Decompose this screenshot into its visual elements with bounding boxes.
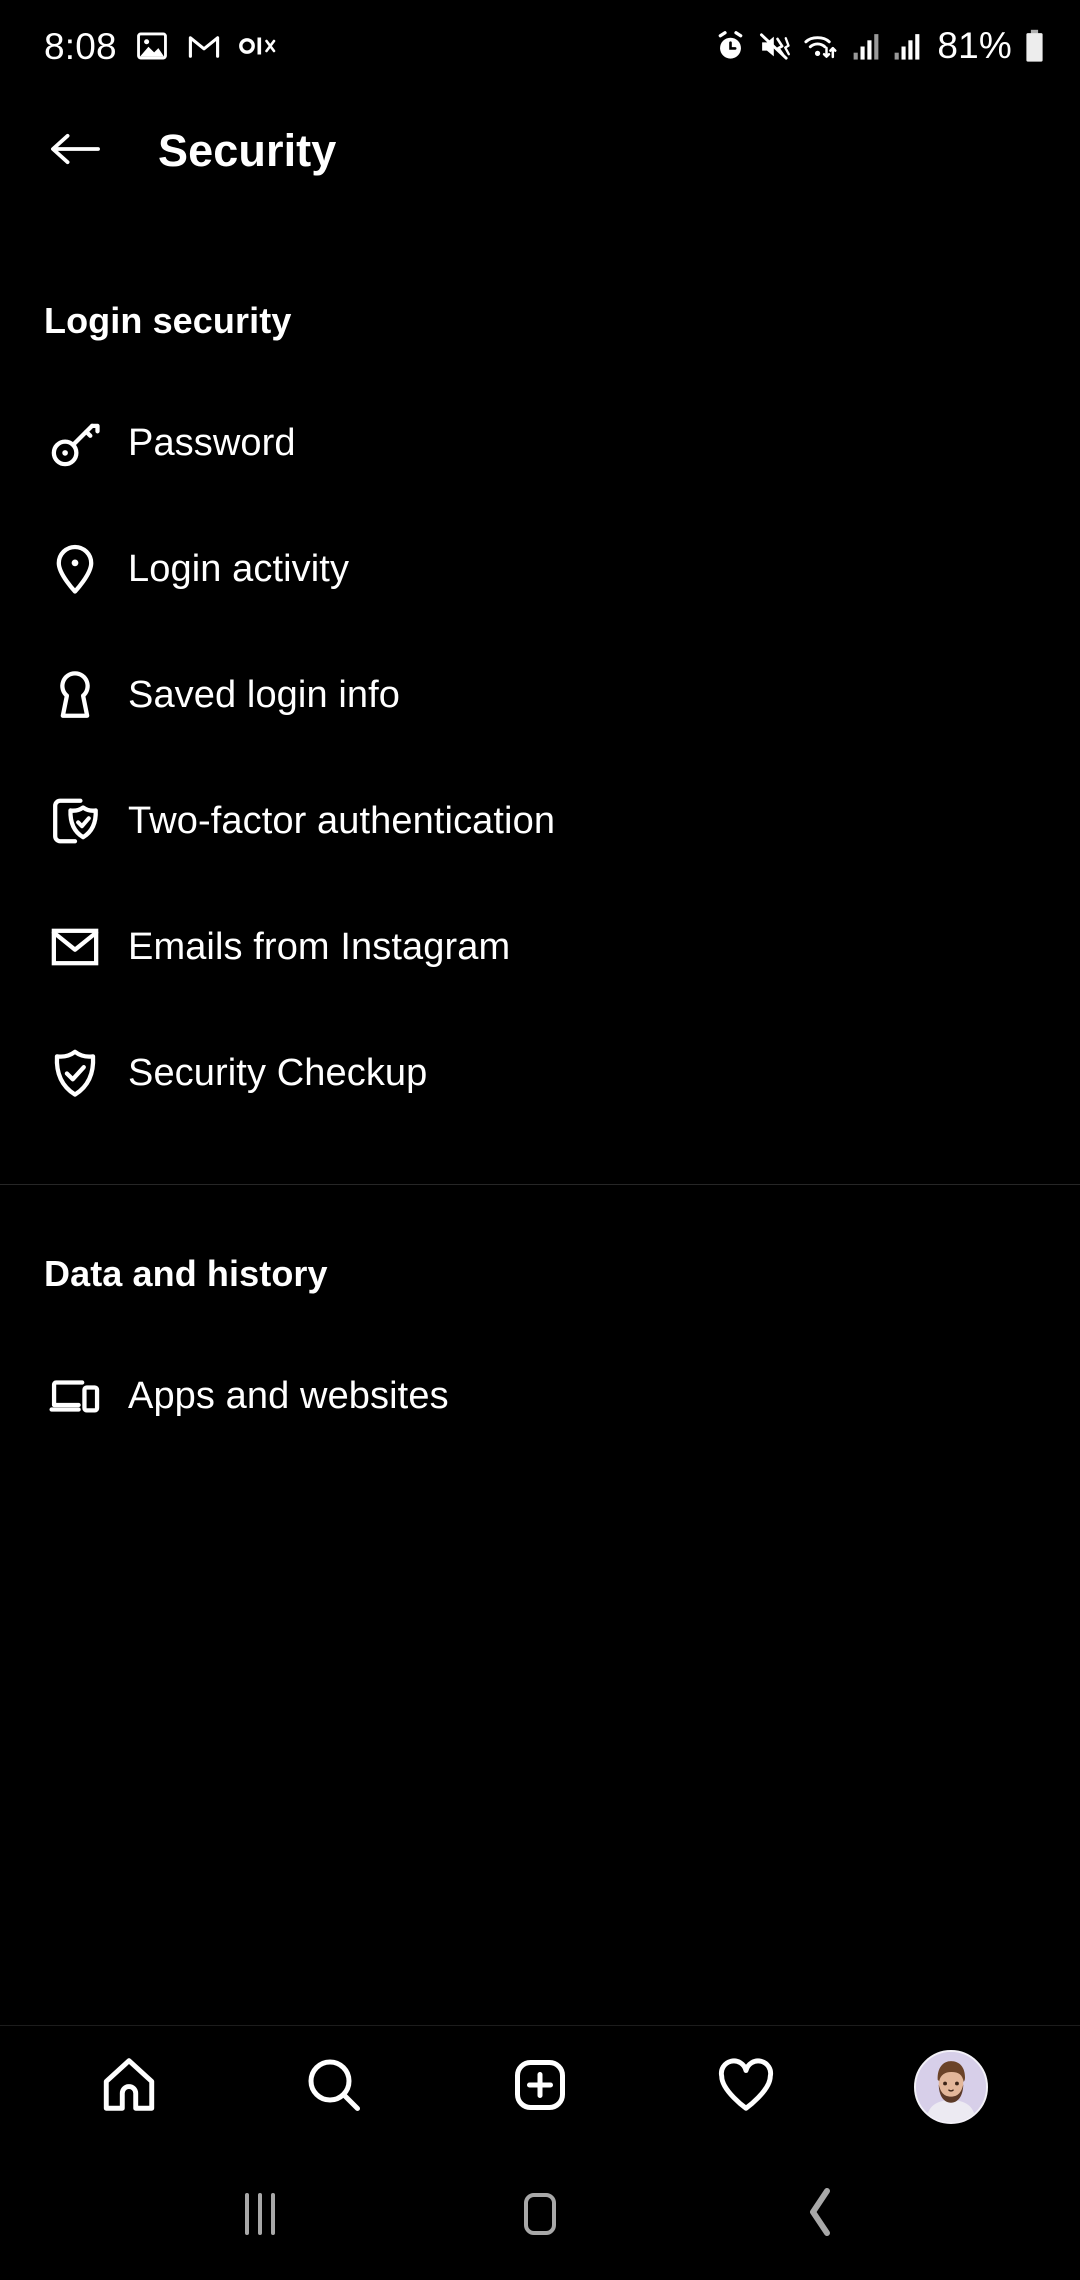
mute-vibrate-icon: [758, 30, 791, 63]
signal-sim2-icon: [892, 30, 922, 63]
row-label: Apps and websites: [128, 1374, 449, 1417]
tab-search[interactable]: [282, 2035, 386, 2139]
nav-home-button[interactable]: [495, 2169, 585, 2259]
wifi-icon: [802, 30, 840, 63]
section-title-data-and-history: Data and history: [44, 1253, 328, 1294]
shield-check-icon: [44, 1042, 106, 1104]
row-saved-login-info[interactable]: Saved login info: [0, 632, 1080, 758]
section-title-login-security: Login security: [44, 300, 292, 341]
status-bar-left: 8:08: [44, 28, 279, 65]
row-security-checkup[interactable]: Security Checkup: [0, 1010, 1080, 1136]
row-two-factor-authentication[interactable]: Two-factor authentication: [0, 758, 1080, 884]
avatar: [914, 2050, 989, 2124]
page-header: Security: [0, 92, 1080, 210]
chevron-left-icon: [798, 2186, 842, 2243]
status-bar: 8:08 81%: [0, 0, 1080, 92]
row-login-activity[interactable]: Login activity: [0, 506, 1080, 632]
row-password[interactable]: Password: [0, 380, 1080, 506]
alarm-icon: [714, 30, 747, 63]
bottom-tab-bar: [0, 2025, 1080, 2148]
phone-screen: 8:08 81% Security Login security Passwor…: [0, 0, 1080, 2280]
plus-square-icon: [510, 2055, 570, 2120]
android-navigation-bar: [0, 2148, 1080, 2280]
devices-icon: [44, 1365, 106, 1427]
nav-recents-button[interactable]: [215, 2169, 305, 2259]
olx-icon: [238, 33, 279, 59]
settings-content: Login security Password Login activity S…: [0, 210, 1080, 2025]
heart-icon: [715, 2054, 777, 2121]
page-title: Security: [158, 125, 337, 176]
battery-icon: [1023, 28, 1046, 64]
row-label: Password: [128, 421, 296, 464]
key-icon: [44, 412, 106, 474]
row-label: Saved login info: [128, 673, 401, 716]
row-label: Emails from Instagram: [128, 925, 511, 968]
row-label: Security Checkup: [128, 1051, 428, 1094]
recents-icon: [245, 2193, 275, 2235]
tab-profile[interactable]: [899, 2035, 1003, 2139]
back-button[interactable]: [44, 120, 106, 182]
nav-back-button[interactable]: [775, 2169, 865, 2259]
tab-create[interactable]: [488, 2035, 592, 2139]
row-emails-from-instagram[interactable]: Emails from Instagram: [0, 884, 1080, 1010]
status-bar-clock: 8:08: [44, 25, 117, 67]
phone-shield-check-icon: [44, 790, 106, 852]
nav-home-icon: [524, 2193, 556, 2235]
row-label: Login activity: [128, 547, 350, 590]
keyhole-icon: [44, 664, 106, 726]
signal-sim1-icon: [851, 30, 881, 63]
location-pin-icon: [44, 538, 106, 600]
tab-home[interactable]: [77, 2035, 181, 2139]
row-apps-and-websites[interactable]: Apps and websites: [0, 1333, 1080, 1459]
search-icon: [304, 2055, 364, 2120]
home-icon: [98, 2054, 160, 2121]
section-data-and-history: Data and history Apps and websites: [0, 1185, 1080, 1459]
arrow-left-icon: [47, 128, 103, 175]
gmail-icon: [187, 29, 221, 63]
envelope-icon: [44, 916, 106, 978]
battery-percentage: 81%: [937, 25, 1012, 66]
gallery-icon: [135, 29, 169, 63]
row-label: Two-factor authentication: [128, 799, 556, 842]
status-bar-right: 81%: [714, 25, 1046, 67]
section-login-security: Login security Password Login activity S…: [0, 210, 1080, 1185]
tab-activity[interactable]: [694, 2035, 798, 2139]
